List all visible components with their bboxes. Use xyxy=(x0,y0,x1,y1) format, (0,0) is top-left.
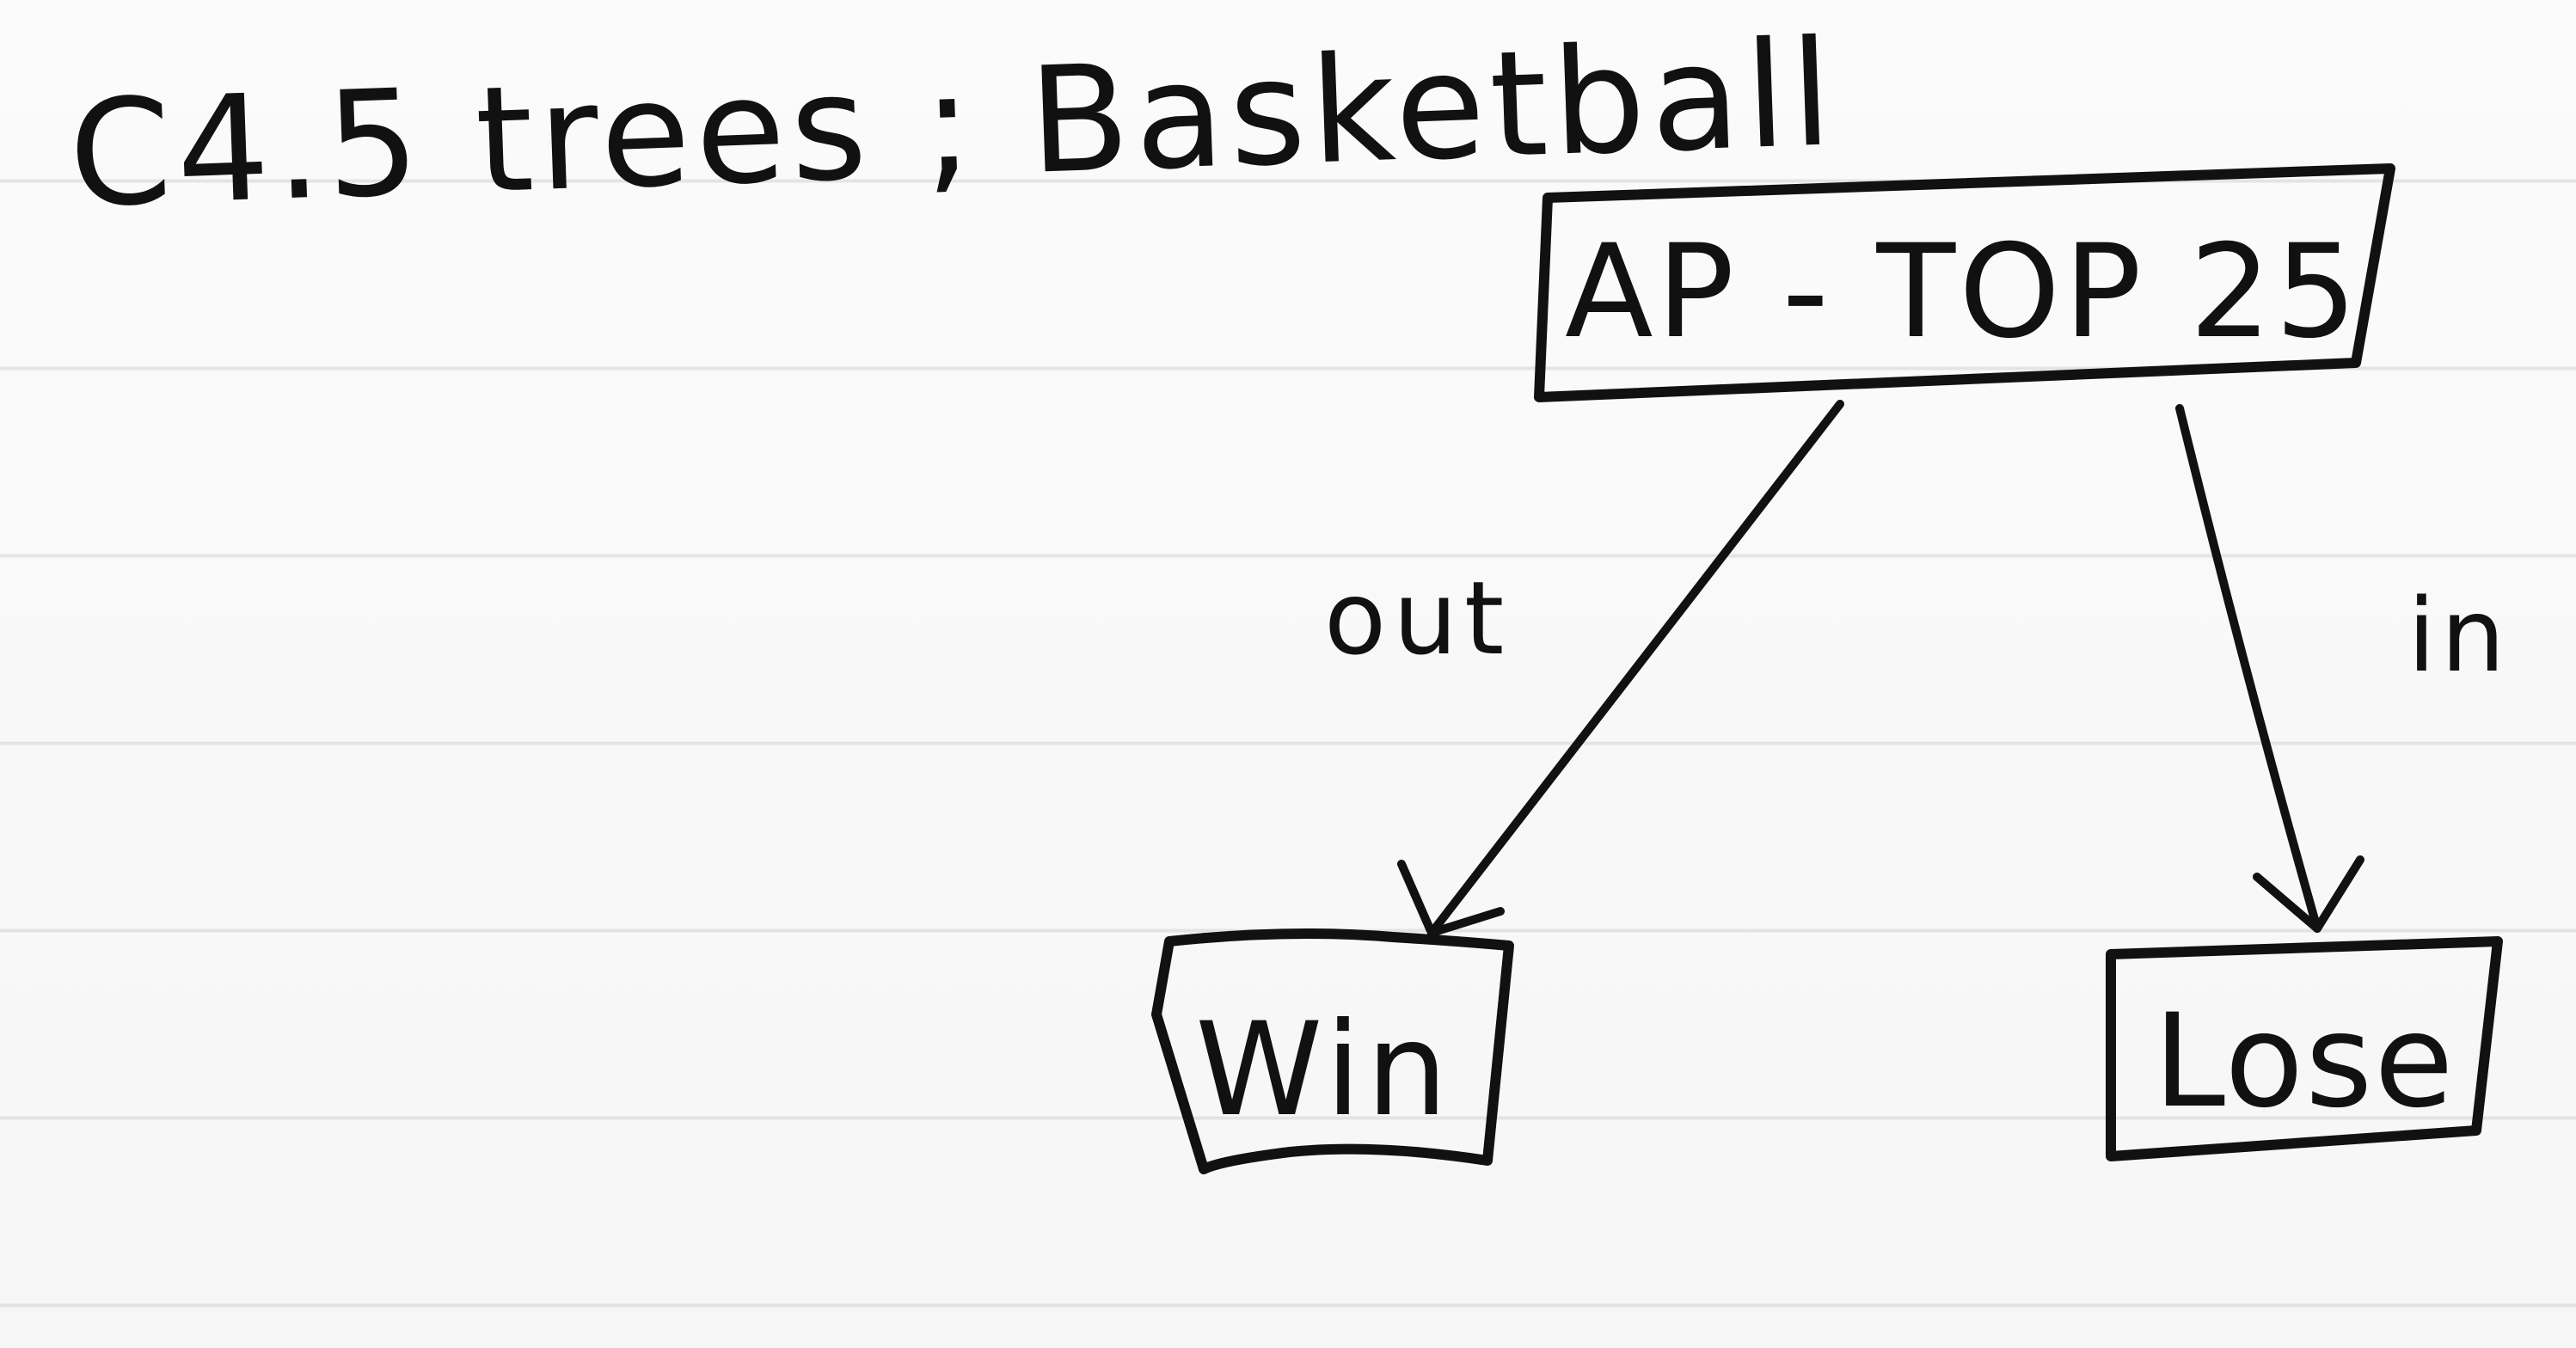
edge-in-arrow xyxy=(2175,404,2321,933)
edge-label-in: in xyxy=(2407,576,2511,695)
edge-out-arrowhead xyxy=(1397,860,1505,937)
root-node-label: AP - TOP 25 xyxy=(1565,218,2361,367)
win-node-label: Win xyxy=(1195,996,1453,1145)
lose-node-label: Lose xyxy=(2153,987,2456,1137)
edge-label-out: out xyxy=(1324,559,1512,677)
